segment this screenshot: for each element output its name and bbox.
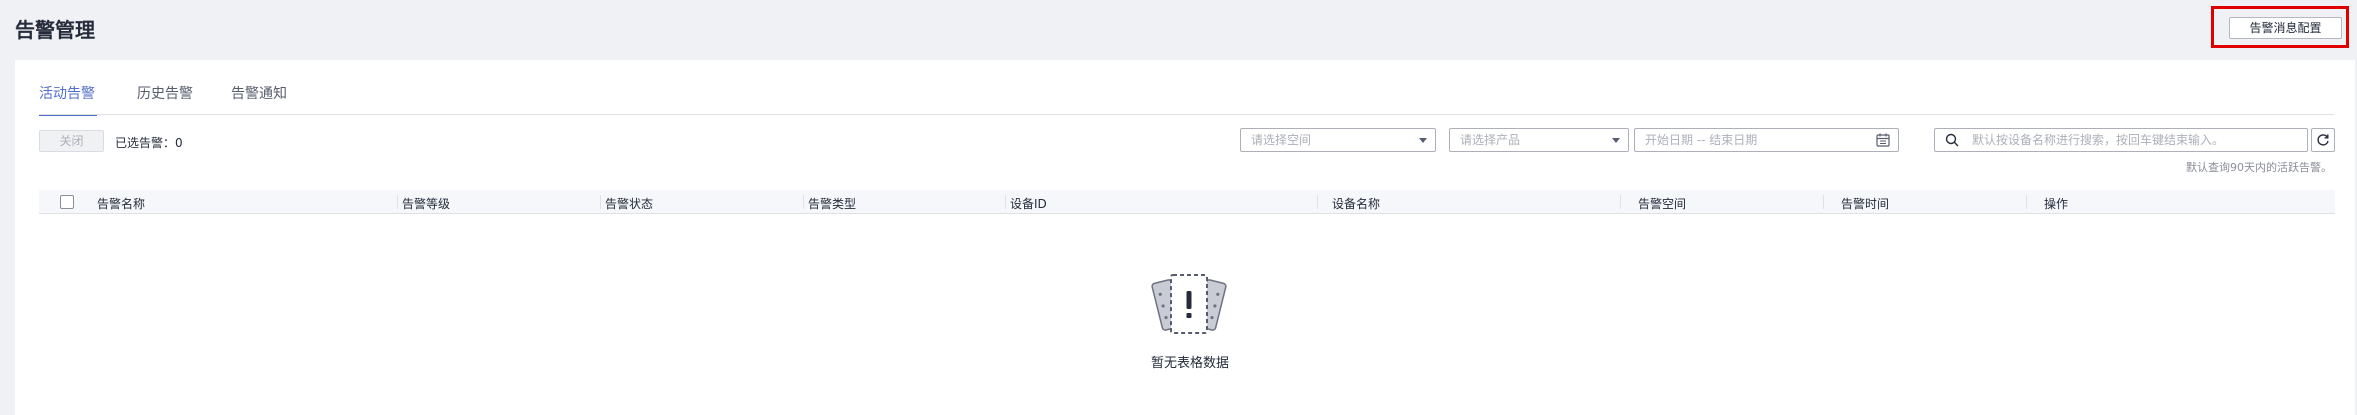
search-icon bbox=[1945, 133, 1959, 147]
empty-table-text: 暂无表格数据 bbox=[1150, 356, 1229, 371]
close-alarm-button[interactable]: 关闭 bbox=[39, 130, 104, 152]
column-header: 告警等级 bbox=[402, 197, 451, 211]
refresh-icon bbox=[2317, 134, 2329, 146]
tab-bar: 活动告警 历史告警 告警通知 bbox=[39, 86, 2355, 116]
column-header: 告警时间 bbox=[1841, 197, 1890, 211]
page-title: 告警管理 bbox=[15, 18, 95, 42]
alarm-message-config-button[interactable]: 告警消息配置 bbox=[2229, 17, 2342, 39]
tabs-divider bbox=[39, 114, 2334, 115]
chevron-down-icon bbox=[1612, 138, 1620, 143]
tab-active-alarms[interactable]: 活动告警 bbox=[39, 86, 97, 116]
column-divider bbox=[1317, 195, 1318, 209]
tab-alarm-notifications[interactable]: 告警通知 bbox=[231, 86, 287, 116]
column-header: 操作 bbox=[2044, 197, 2069, 211]
column-header: 告警空间 bbox=[1638, 197, 1687, 211]
column-header: 告警类型 bbox=[808, 197, 857, 211]
refresh-button[interactable] bbox=[2311, 128, 2335, 152]
calendar-icon bbox=[1876, 133, 1890, 147]
tab-label: 活动告警 bbox=[39, 86, 95, 102]
column-divider bbox=[1005, 195, 1006, 209]
search-placeholder: 默认按设备名称进行搜索，按回车键结束输入。 bbox=[1972, 133, 2225, 147]
table-header: 告警名称 告警等级 告警状态 告警类型 设备ID 设备名称 告警空间 告警时间 … bbox=[39, 190, 2335, 214]
column-header: 设备名称 bbox=[1332, 197, 1381, 211]
column-divider bbox=[1620, 195, 1621, 209]
empty-data-icon bbox=[1151, 274, 1227, 334]
column-divider bbox=[2026, 195, 2027, 209]
tab-label: 告警通知 bbox=[231, 86, 287, 102]
product-select-placeholder: 请选择产品 bbox=[1460, 133, 1521, 147]
column-divider bbox=[1823, 195, 1824, 209]
date-range-picker[interactable]: 开始日期 -- 结束日期 bbox=[1634, 128, 1899, 152]
product-select[interactable]: 请选择产品 bbox=[1449, 128, 1629, 152]
tab-label: 历史告警 bbox=[137, 86, 193, 102]
column-divider bbox=[600, 195, 601, 209]
tab-history-alarms[interactable]: 历史告警 bbox=[137, 86, 193, 116]
chevron-down-icon bbox=[1419, 138, 1427, 143]
search-input[interactable]: 默认按设备名称进行搜索，按回车键结束输入。 bbox=[1934, 128, 2308, 152]
column-header: 告警名称 bbox=[97, 197, 146, 211]
date-range-placeholder: 开始日期 -- 结束日期 bbox=[1645, 133, 1758, 147]
column-header: 告警状态 bbox=[605, 197, 654, 211]
column-header: 设备ID bbox=[1010, 197, 1047, 211]
content-card: 活动告警 历史告警 告警通知 关闭 已选告警：0 请选择空间 请选择产品 开始日… bbox=[15, 60, 2355, 415]
space-select-placeholder: 请选择空间 bbox=[1251, 133, 1312, 147]
column-divider bbox=[397, 195, 398, 209]
select-all-checkbox[interactable] bbox=[60, 195, 74, 209]
space-select[interactable]: 请选择空间 bbox=[1240, 128, 1436, 152]
selected-count: 已选告警：0 bbox=[115, 136, 183, 150]
column-divider bbox=[803, 195, 804, 209]
query-hint: 默认查询90天内的活跃告警。 bbox=[2186, 161, 2332, 174]
